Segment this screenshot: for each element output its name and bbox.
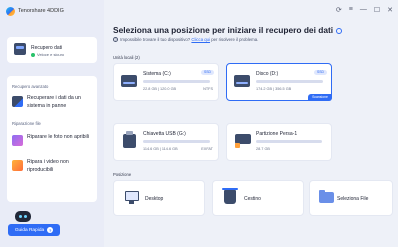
desktop-icon [125,191,139,204]
refresh-icon[interactable] [336,27,343,34]
sidebar-item-repair-videos[interactable]: Ripara i video non riproducibili [12,159,94,174]
drive-size: 22.8 GB | 120.0 GB [143,87,177,91]
recycle-bin-icon [222,188,238,204]
sidebar-item-label: Ripara i video non riproducibili [27,159,69,173]
drive-usage-bar [143,80,210,83]
sidebar-item-crashed-system[interactable]: Recuperare i dati da un sistema in panne [12,95,94,110]
quick-guide-label: Guida Rapida [14,227,45,233]
drive-type-badge: SSD [314,70,327,75]
section-label-repair: Riparazione file [12,121,41,126]
section-label-advanced: Recupero avanzato [12,84,49,89]
drive-size: 174.2 GB | 356.5 GB [256,87,292,91]
drive-size: 114.6 GB | 114.6 GB [143,147,178,151]
app-brand: Tenorshare 4DDIG [6,6,64,16]
sidebar-tools-card: Recupero avanzato Recuperare i dati da u… [7,76,97,202]
drive-usage-bar [256,140,322,143]
lost-partition-icon [235,134,251,148]
assistant-robot-icon [15,211,31,222]
sidebar-item-label: Riparare le foto non apribili [27,134,89,140]
drive-name: Chiavetta USB (G:) [143,131,186,137]
position-label: Posizione [113,172,132,177]
scan-button[interactable]: Scansione [308,94,332,101]
drive-card-g[interactable]: Chiavetta USB (G:) 114.6 GB | 114.6 GB E… [113,123,219,161]
data-recovery-title: Recupero dati [31,45,63,51]
folder-icon [319,190,334,203]
drive-filesystem: EXFAT [201,147,213,151]
data-recovery-icon [14,43,26,55]
location-label: Seleziona File [337,196,369,202]
drive-usage-bar [256,80,323,83]
page-title-text: Seleziona una posizione per iniziare il … [113,25,334,35]
usb-drive-icon [123,131,136,148]
status-dot-icon [31,52,35,57]
drive-card-d[interactable]: Disco (D:) SSD 174.2 GB | 356.5 GB Scans… [226,63,332,101]
page-title: Seleziona una posizione per iniziare il … [113,25,343,35]
hard-drive-icon [234,75,250,87]
drive-usage-bar [143,140,210,143]
data-recovery-card[interactable]: Recupero dati Veloce e sicuro [7,37,97,63]
location-label: Desktop [145,196,164,202]
drive-size: 28.7 GB [256,147,270,151]
sidebar-item-repair-photos[interactable]: Riparare le foto non apribili [12,134,94,146]
drive-name: Sistema (C:) [143,71,171,77]
drive-type-badge: SSD [201,70,214,75]
location-desktop[interactable]: Desktop [113,180,205,216]
quick-guide-button[interactable]: Guida Rapida ? [8,224,60,236]
hint-link[interactable]: Clicca qui [191,37,210,42]
video-repair-icon [12,160,23,171]
drive-card-c[interactable]: Sistema (C:) SSD 22.8 GB | 120.0 GB NTFS [113,63,219,101]
drive-name: Partizione Persa-1 [256,131,298,137]
data-recovery-status: Veloce e sicuro [31,52,64,57]
lost-partition-card[interactable]: Partizione Persa-1 28.7 GB [226,123,332,161]
hint-text: Impossibile trovare il tuo dispositivo? [120,37,191,42]
status-text: Veloce e sicuro [37,52,65,57]
hint-suffix: per risolvere il problema. [211,37,259,42]
location-select-file[interactable]: Seleziona File [309,180,393,216]
sidebar-item-label: Recuperare i dati da un sistema in panne [27,95,81,109]
app-logo-icon [6,6,15,16]
drive-filesystem: NTFS [203,87,213,91]
photo-repair-icon [12,135,23,146]
app-name: Tenorshare 4DDIG [18,8,64,14]
question-icon: ? [113,37,118,42]
location-label: Cestino [244,196,261,202]
local-units-label: Unità locali (2) [113,55,140,60]
hard-drive-icon [121,75,137,87]
device-hint: ? Impossibile trovare il tuo dispositivo… [113,37,258,42]
drive-name: Disco (D:) [256,71,279,77]
sidebar: Tenorshare 4DDIG Recupero dati Veloce e … [0,0,104,247]
crashed-system-icon [12,96,23,107]
help-icon: ? [47,227,54,233]
main-panel: Seleziona una posizione per iniziare il … [104,0,398,247]
location-recycle-bin[interactable]: Cestino [212,180,304,216]
